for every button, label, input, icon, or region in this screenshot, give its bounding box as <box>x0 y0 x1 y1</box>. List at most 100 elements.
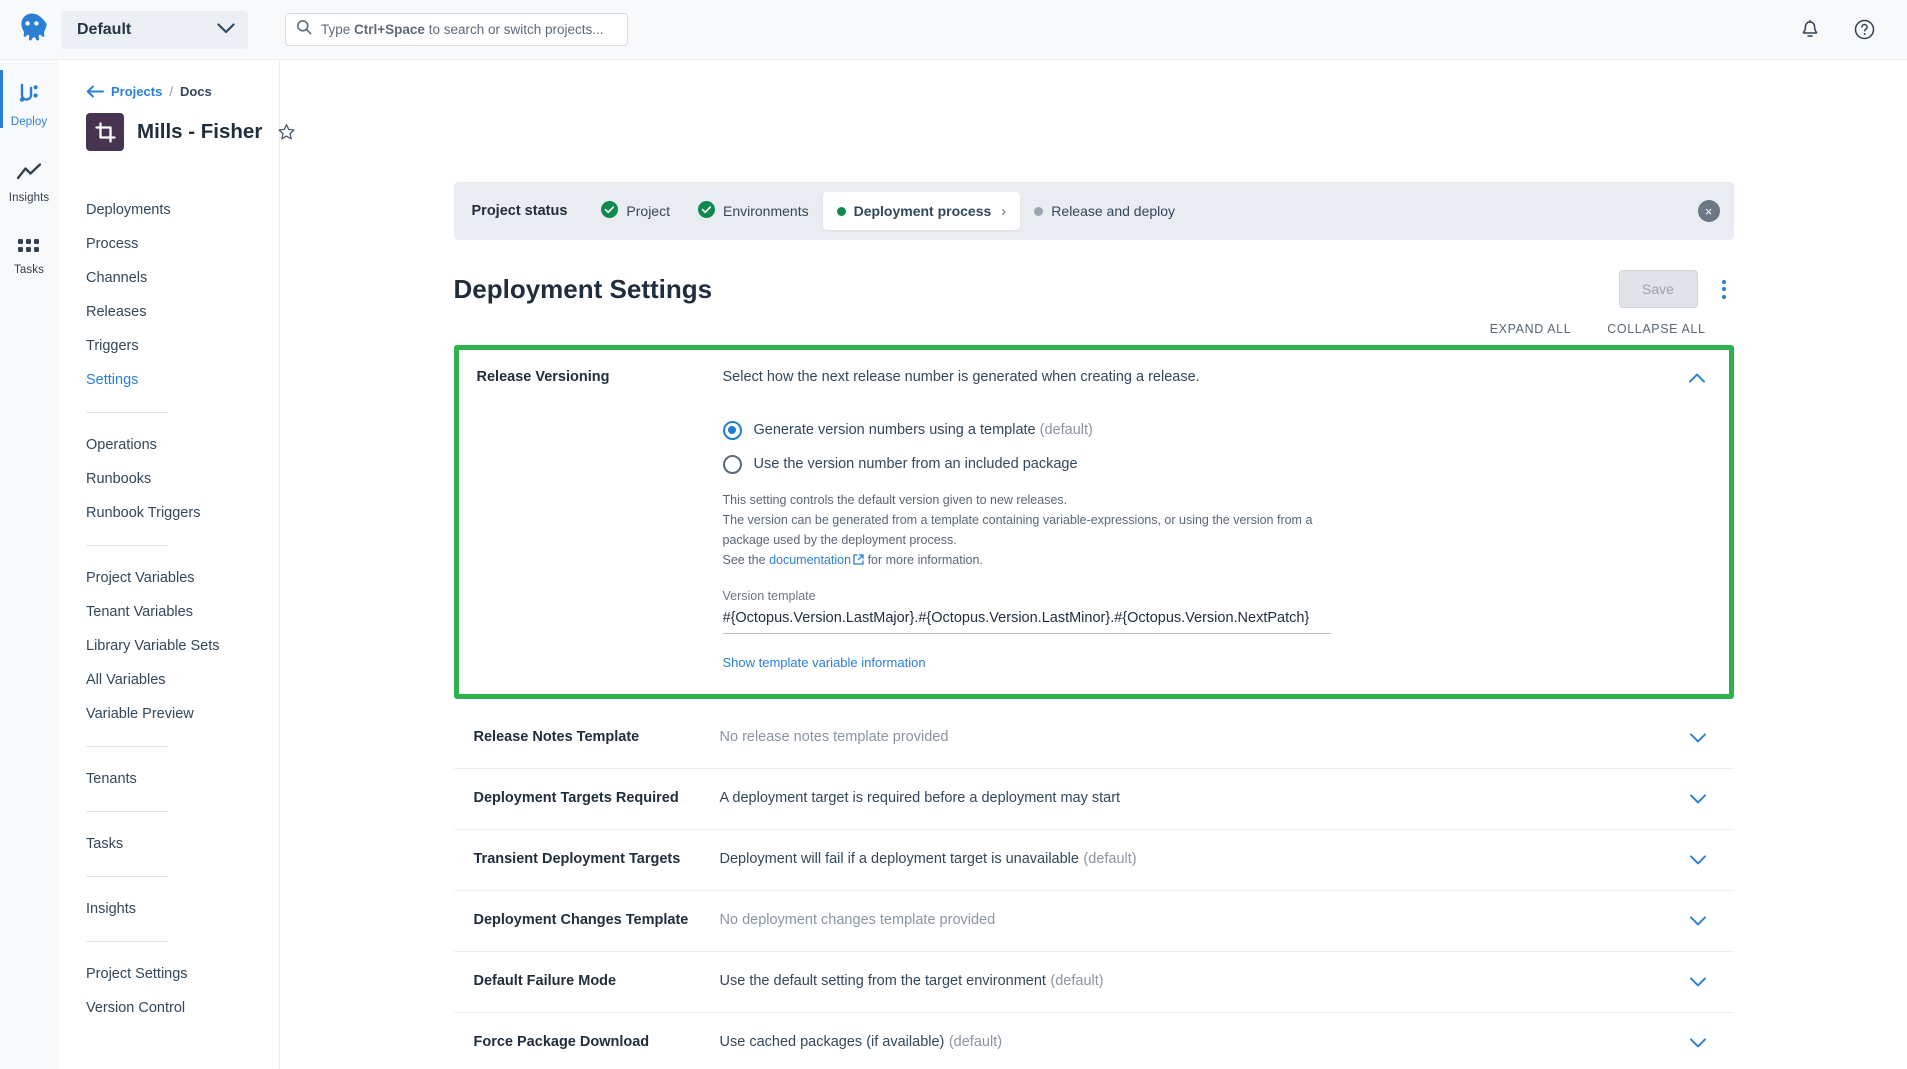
kebab-dot <box>1722 280 1726 284</box>
setting-body: No release notes template provided <box>720 728 1672 748</box>
step-project[interactable]: Project <box>587 192 684 230</box>
nav-divider <box>86 876 168 877</box>
breadcrumb-link-projects[interactable]: Projects <box>111 84 162 99</box>
main-content: Project status Project Environments Depl… <box>280 60 1907 1069</box>
sidebar-item-operations[interactable]: Operations <box>58 428 279 462</box>
search-placeholder-suffix: to search or switch projects... <box>425 22 604 37</box>
sidebar-item-insights[interactable]: Insights <box>58 892 279 926</box>
search-input[interactable]: Type Ctrl+Space to search or switch proj… <box>321 22 604 37</box>
help-circle-icon[interactable] <box>1851 17 1877 43</box>
bell-icon[interactable] <box>1797 17 1823 43</box>
radio-use-package-version[interactable]: Use the version number from an included … <box>723 455 1671 474</box>
setting-row-force-package-download[interactable]: Force Package Download Use cached packag… <box>454 1013 1734 1069</box>
chevron-down-icon[interactable] <box>1690 728 1706 748</box>
sidebar-item-releases[interactable]: Releases <box>58 295 279 329</box>
octopus-logo-icon[interactable] <box>15 12 49 48</box>
close-icon[interactable]: × <box>1698 200 1720 222</box>
radio-generate-from-template-label: Generate version numbers using a templat… <box>754 422 1093 438</box>
rail-item-deploy[interactable]: Deploy <box>0 82 58 128</box>
step-deployment-process[interactable]: Deployment process › <box>823 192 1021 230</box>
radio-use-package-version-label: Use the version number from an included … <box>754 456 1078 472</box>
nav-group-1: Operations Runbooks Runbook Triggers <box>58 428 279 530</box>
sidebar-item-all-variables[interactable]: All Variables <box>58 663 279 697</box>
chevron-up-icon[interactable] <box>1689 368 1705 388</box>
sidebar-item-project-variables[interactable]: Project Variables <box>58 561 279 595</box>
kebab-menu-icon[interactable] <box>1714 274 1734 305</box>
sidebar-item-tenant-variables[interactable]: Tenant Variables <box>58 595 279 629</box>
breadcrumb: Projects / Docs <box>58 60 279 99</box>
release-versioning-options: Generate version numbers using a templat… <box>723 421 1671 474</box>
sidebar-item-runbooks[interactable]: Runbooks <box>58 462 279 496</box>
release-versioning-body: Select how the next release number is ge… <box>723 368 1671 672</box>
release-versioning-card: Release Versioning Select how the next r… <box>454 345 1734 699</box>
stepper-title: Project status <box>472 203 568 219</box>
nav-divider <box>86 941 168 942</box>
chevron-down-icon[interactable] <box>1690 911 1706 931</box>
chevron-down-icon[interactable] <box>1690 789 1706 809</box>
collapse-all-button[interactable]: COLLAPSE ALL <box>1607 322 1705 336</box>
version-template-input[interactable] <box>723 607 1331 634</box>
chevron-down-icon[interactable] <box>1690 972 1706 992</box>
setting-row-release-notes-template[interactable]: Release Notes Template No release notes … <box>454 708 1734 769</box>
radio-generate-from-template[interactable]: Generate version numbers using a templat… <box>723 421 1671 440</box>
sidebar-item-variable-preview[interactable]: Variable Preview <box>58 697 279 731</box>
step-environments[interactable]: Environments <box>684 192 823 230</box>
sidebar-item-library-variable-sets[interactable]: Library Variable Sets <box>58 629 279 663</box>
show-template-variable-information-link[interactable]: Show template variable information <box>723 655 926 670</box>
rail-item-tasks[interactable]: Tasks <box>0 238 58 276</box>
nav-divider <box>86 746 168 747</box>
radio-icon-unchecked[interactable] <box>723 455 742 474</box>
setting-body: Deployment will fail if a deployment tar… <box>720 850 1672 870</box>
release-versioning-row: Release Versioning Select how the next r… <box>459 350 1729 694</box>
setting-summary: A deployment target is required before a… <box>720 790 1121 806</box>
setting-row-deployment-targets-required[interactable]: Deployment Targets Required A deployment… <box>454 769 1734 830</box>
nav-group-0: Deployments Process Channels Releases Tr… <box>58 193 279 397</box>
rail-item-tasks-label: Tasks <box>14 264 44 276</box>
rail-item-insights[interactable]: Insights <box>0 162 58 204</box>
sidebar-item-channels[interactable]: Channels <box>58 261 279 295</box>
rail-item-insights-label: Insights <box>9 192 49 204</box>
nav-group-2: Project Variables Tenant Variables Libra… <box>58 561 279 731</box>
sidebar-item-runbook-triggers[interactable]: Runbook Triggers <box>58 496 279 530</box>
sidebar-item-settings[interactable]: Settings <box>58 363 279 397</box>
star-outline-icon[interactable] <box>277 123 296 142</box>
setting-label: Force Package Download <box>474 1033 720 1050</box>
expand-all-button[interactable]: EXPAND ALL <box>1490 322 1572 336</box>
save-button[interactable]: Save <box>1619 270 1698 308</box>
search-box[interactable]: Type Ctrl+Space to search or switch proj… <box>285 13 628 46</box>
version-template-label: Version template <box>723 589 1331 603</box>
project-nav: Deployments Process Channels Releases Tr… <box>58 193 279 1025</box>
tasks-grid-icon <box>17 238 41 259</box>
chevron-down-icon[interactable] <box>1690 850 1706 870</box>
setting-row-default-failure-mode[interactable]: Default Failure Mode Use the default set… <box>454 952 1734 1013</box>
space-selector[interactable]: Default <box>61 11 248 49</box>
setting-label: Deployment Targets Required <box>474 789 720 806</box>
help-line-2: The version can be generated from a temp… <box>723 510 1323 551</box>
step-release-and-deploy[interactable]: Release and deploy <box>1020 192 1189 230</box>
setting-row-deployment-changes-template[interactable]: Deployment Changes Template No deploymen… <box>454 891 1734 952</box>
documentation-link[interactable]: documentation <box>769 553 851 567</box>
setting-row-transient-deployment-targets[interactable]: Transient Deployment Targets Deployment … <box>454 830 1734 891</box>
setting-summary: No release notes template provided <box>720 729 949 745</box>
release-versioning-label: Release Versioning <box>477 368 723 385</box>
page-header: Deployment Settings Save <box>454 270 1734 308</box>
help-line-3-suffix: for more information. <box>864 553 983 567</box>
project-status-stepper: Project status Project Environments Depl… <box>454 182 1734 240</box>
breadcrumb-current: Docs <box>180 84 212 99</box>
sidebar-item-deployments[interactable]: Deployments <box>58 193 279 227</box>
search-placeholder-shortcut: Ctrl+Space <box>354 22 425 37</box>
chevron-down-icon[interactable] <box>1690 1033 1706 1053</box>
sidebar-item-project-settings[interactable]: Project Settings <box>58 957 279 991</box>
sidebar-item-tasks[interactable]: Tasks <box>58 827 279 861</box>
sidebar-item-process[interactable]: Process <box>58 227 279 261</box>
arrow-left-icon[interactable] <box>86 85 104 98</box>
setting-body: Use cached packages (if available) (defa… <box>720 1033 1672 1053</box>
sidebar-item-version-control[interactable]: Version Control <box>58 991 279 1025</box>
setting-summary: Use cached packages (if available) <box>720 1034 945 1050</box>
setting-summary: Deployment will fail if a deployment tar… <box>720 851 1079 867</box>
radio-icon-checked[interactable] <box>723 421 742 440</box>
sidebar-item-tenants[interactable]: Tenants <box>58 762 279 796</box>
breadcrumb-separator: / <box>169 84 173 99</box>
nav-divider <box>86 811 168 812</box>
sidebar-item-triggers[interactable]: Triggers <box>58 329 279 363</box>
